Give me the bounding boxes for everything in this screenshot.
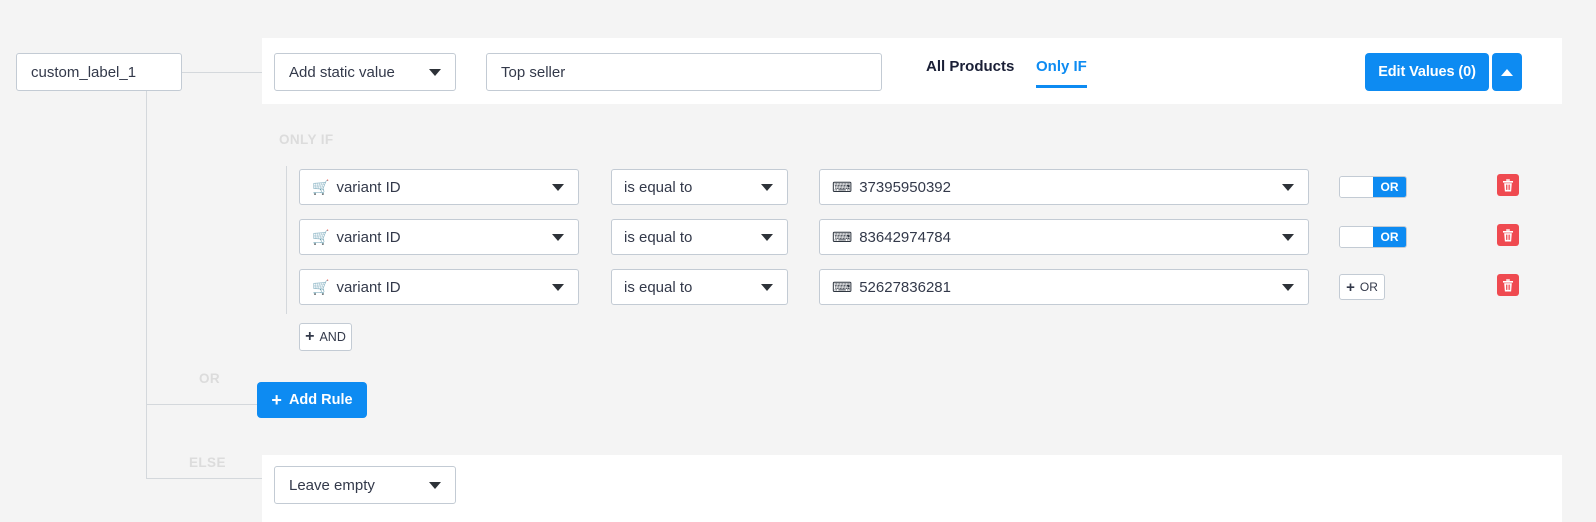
plus-icon: + xyxy=(305,329,314,345)
chevron-down-icon xyxy=(429,482,441,489)
trash-icon xyxy=(1502,229,1514,242)
only-if-label: ONLY IF xyxy=(279,132,334,147)
condition-attribute-select[interactable]: 🛒 variant ID xyxy=(299,169,579,205)
chevron-down-icon xyxy=(1282,234,1294,241)
chevron-down-icon xyxy=(761,284,773,291)
tab-all-products-label: All Products xyxy=(926,58,1014,75)
condition-row: 🛒 variant ID is equal to ⌨ 83642974784 O… xyxy=(0,219,1596,255)
tree-connector-else-branch xyxy=(146,478,263,479)
condition-operator-value: is equal to xyxy=(624,179,692,196)
condition-attribute-value: variant ID xyxy=(336,279,400,296)
chevron-down-icon xyxy=(429,69,441,76)
or-toggle-knob xyxy=(1340,227,1373,247)
condition-row: 🛒 variant ID is equal to ⌨ 37395950392 O… xyxy=(0,169,1596,205)
tab-only-if[interactable]: Only IF xyxy=(1036,58,1087,88)
condition-value-text: 52627836281 xyxy=(859,279,951,296)
add-rule-label: Add Rule xyxy=(289,392,353,408)
condition-operator-select[interactable]: is equal to xyxy=(611,219,788,255)
chevron-down-icon xyxy=(552,284,564,291)
custom-label-field[interactable]: custom_label_1 xyxy=(16,53,182,91)
condition-value-select[interactable]: ⌨ 83642974784 xyxy=(819,219,1309,255)
else-panel: Leave empty xyxy=(262,455,1562,522)
condition-attribute-select[interactable]: 🛒 variant ID xyxy=(299,219,579,255)
chevron-down-icon xyxy=(761,184,773,191)
static-value-input[interactable]: Top seller xyxy=(486,53,882,91)
condition-operator-select[interactable]: is equal to xyxy=(611,169,788,205)
trash-icon xyxy=(1502,279,1514,292)
shopping-cart-icon: 🛒 xyxy=(312,230,329,244)
add-rule-button[interactable]: + Add Rule xyxy=(257,382,367,418)
rule-header-panel: Add static value Top seller All Products… xyxy=(262,38,1562,104)
plus-icon: + xyxy=(271,391,282,409)
tree-connector-or-branch xyxy=(146,404,263,405)
keyboard-icon: ⌨ xyxy=(832,180,852,194)
tab-all-products[interactable]: All Products xyxy=(926,58,1014,85)
chevron-down-icon xyxy=(552,234,564,241)
else-action-select[interactable]: Leave empty xyxy=(274,466,456,504)
tree-connector-label-to-panel xyxy=(182,72,263,73)
or-toggle-label: OR xyxy=(1373,177,1406,197)
condition-value-select[interactable]: ⌨ 52627836281 xyxy=(819,269,1309,305)
chevron-up-icon xyxy=(1501,69,1513,76)
edit-values-button[interactable]: Edit Values (0) xyxy=(1365,53,1489,91)
add-or-label: OR xyxy=(1360,280,1378,294)
condition-operator-select[interactable]: is equal to xyxy=(611,269,788,305)
chevron-down-icon xyxy=(1282,184,1294,191)
chevron-down-icon xyxy=(761,234,773,241)
shopping-cart-icon: 🛒 xyxy=(312,280,329,294)
chevron-down-icon xyxy=(552,184,564,191)
keyboard-icon: ⌨ xyxy=(832,230,852,244)
delete-condition-button[interactable] xyxy=(1497,224,1519,246)
else-action-value: Leave empty xyxy=(289,477,375,494)
condition-value-text: 37395950392 xyxy=(859,179,951,196)
delete-condition-button[interactable] xyxy=(1497,174,1519,196)
custom-label-value: custom_label_1 xyxy=(31,64,136,81)
tab-only-if-label: Only IF xyxy=(1036,58,1087,75)
condition-operator-value: is equal to xyxy=(624,279,692,296)
add-and-label: AND xyxy=(319,330,345,344)
condition-value-select[interactable]: ⌨ 37395950392 xyxy=(819,169,1309,205)
trash-icon xyxy=(1502,179,1514,192)
condition-attribute-value: variant ID xyxy=(336,179,400,196)
or-toggle-knob xyxy=(1340,177,1373,197)
condition-row: 🛒 variant ID is equal to ⌨ 52627836281 +… xyxy=(0,269,1596,305)
action-select-value: Add static value xyxy=(289,64,395,81)
shopping-cart-icon: 🛒 xyxy=(312,180,329,194)
or-connector-toggle[interactable]: OR xyxy=(1339,226,1407,248)
add-and-button[interactable]: + AND xyxy=(299,323,352,351)
collapse-panel-button[interactable] xyxy=(1492,53,1522,91)
condition-value-text: 83642974784 xyxy=(859,229,951,246)
add-or-button[interactable]: + OR xyxy=(1339,274,1385,300)
condition-attribute-value: variant ID xyxy=(336,229,400,246)
or-connector-toggle[interactable]: OR xyxy=(1339,176,1407,198)
or-branch-label: OR xyxy=(199,371,220,386)
static-value-text: Top seller xyxy=(501,64,565,81)
action-select[interactable]: Add static value xyxy=(274,53,456,91)
condition-attribute-select[interactable]: 🛒 variant ID xyxy=(299,269,579,305)
edit-values-label: Edit Values (0) xyxy=(1378,64,1476,80)
plus-icon: + xyxy=(1346,280,1355,295)
chevron-down-icon xyxy=(1282,284,1294,291)
or-toggle-label: OR xyxy=(1373,227,1406,247)
keyboard-icon: ⌨ xyxy=(832,280,852,294)
else-branch-label: ELSE xyxy=(189,455,226,470)
delete-condition-button[interactable] xyxy=(1497,274,1519,296)
condition-operator-value: is equal to xyxy=(624,229,692,246)
